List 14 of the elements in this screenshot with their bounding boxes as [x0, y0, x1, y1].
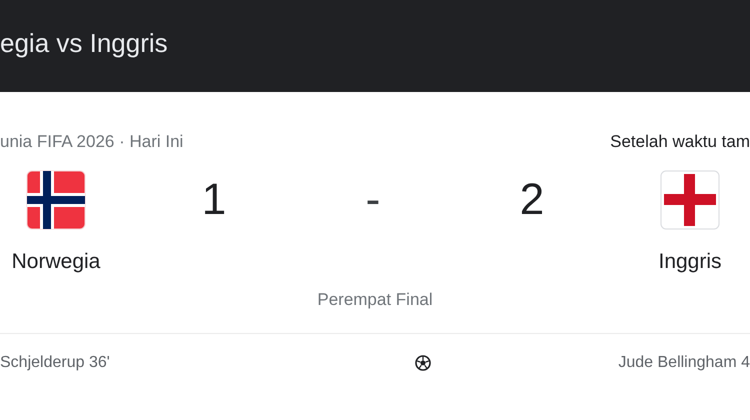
team-name: Norwegia	[12, 250, 100, 274]
stage-label: Perempat Final	[317, 290, 433, 310]
match-status: Setelah waktu tam	[610, 132, 750, 152]
soccer-ball-icon	[415, 355, 432, 371]
competition-label: unia FIFA 2026 · Hari Ini	[0, 132, 184, 152]
flag-icon	[660, 170, 720, 230]
goal-scorer: Jude Bellingham 4	[618, 354, 750, 372]
home-score: 1	[202, 175, 226, 225]
match-title: egia vs Inggris	[0, 28, 168, 58]
team-name: Inggris	[658, 250, 722, 274]
flag-icon	[26, 170, 86, 230]
score-separator: -	[366, 175, 380, 225]
goal-scorer: Schjelderup 36'	[0, 354, 110, 372]
away-score: 2	[520, 175, 544, 225]
